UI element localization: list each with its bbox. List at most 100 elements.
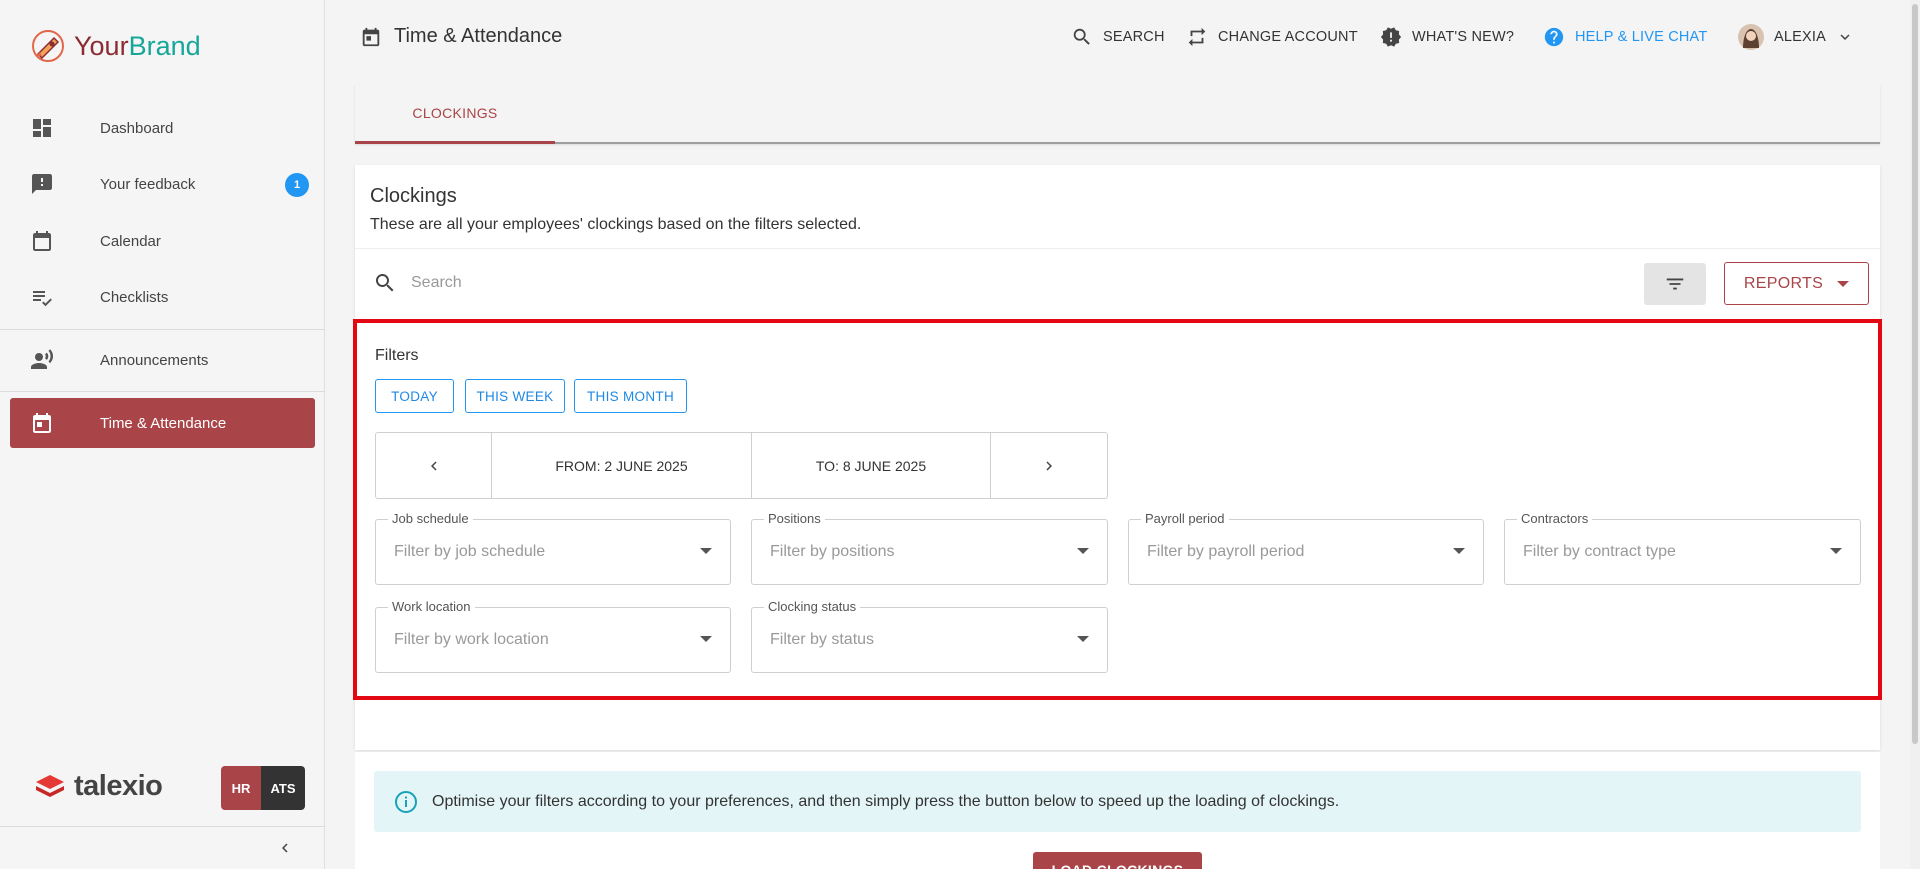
brand-logo[interactable]: YourBrand [28,28,201,64]
calendar-icon [33,231,51,251]
scrollbar[interactable] [1910,0,1920,869]
job-schedule-select[interactable]: Job schedule Filter by job schedule [375,511,731,585]
filter-this-week-button[interactable]: THIS WEEK [465,379,565,413]
checklist-icon [33,291,52,307]
info-icon [395,790,417,813]
filter-this-month-button[interactable]: THIS MONTH [574,379,687,413]
sidebar-item-label: Calendar [100,232,161,250]
field-label: Clocking status [764,599,861,614]
load-clockings-button[interactable]: LOAD CLOCKINGS [1033,852,1202,869]
positions-select[interactable]: Positions Filter by positions [751,511,1108,585]
work-location-select[interactable]: Work location Filter by work location [375,599,731,673]
ats-switch[interactable]: ATS [261,766,305,810]
tab-bar: CLOCKINGS [355,84,1880,144]
filters-title: Filters [375,347,419,364]
sidebar-item-label: Dashboard [100,119,174,137]
sidebar-divider [0,391,325,392]
filters-panel: Filters TODAY THIS WEEK THIS MONTH FROM:… [355,320,1880,700]
sidebar-item-checklists[interactable]: Checklists [10,272,315,322]
caret-down-icon [1077,548,1089,554]
rocket-icon [32,30,64,62]
field-placeholder: Filter by status [770,631,875,648]
field-placeholder: Filter by work location [394,631,549,648]
calendar-icon [362,27,380,46]
field-label: Work location [388,599,475,614]
field-placeholder: Filter by positions [770,543,895,560]
divider [355,248,1880,249]
sidebar-item-feedback[interactable]: Your feedback 1 [10,159,315,209]
sidebar-item-announcements[interactable]: Announcements [10,335,315,385]
sidebar-item-label: Announcements [100,351,209,369]
user-menu[interactable]: ALEXIA [1738,24,1854,50]
sidebar-divider [0,329,325,330]
info-text: Optimise your filters according to your … [432,792,1340,810]
caret-down-icon [1077,636,1089,642]
brand-name: YourBrand [74,30,201,61]
sidebar-item-label: Your feedback [100,175,196,193]
field-placeholder: Filter by payroll period [1147,543,1305,560]
tab-clockings[interactable]: CLOCKINGS [355,84,555,144]
sidebar-item-time-attendance[interactable]: Time & Attendance [10,398,315,448]
sidebar-item-label: Time & Attendance [100,414,227,432]
caret-down-icon [1453,548,1465,554]
payroll-period-select[interactable]: Payroll period Filter by payroll period [1128,511,1484,585]
date-to-button[interactable]: TO: 8 JUNE 2025 [752,433,991,498]
date-range-selector: FROM: 2 JUNE 2025 TO: 8 JUNE 2025 [375,432,1108,499]
help-live-chat-button[interactable]: HELP & LIVE CHAT [1543,26,1707,48]
contractors-select[interactable]: Contractors Filter by contract type [1504,511,1861,585]
feedback-icon [32,174,52,194]
caret-down-icon [700,636,712,642]
top-bar: Time & Attendance SEARCH CHANGE ACCOUNT … [326,0,1920,78]
filter-toggle-button[interactable] [1644,263,1706,305]
scrollbar-thumb[interactable] [1912,4,1918,744]
announcement-icon [31,349,54,369]
field-label: Positions [764,511,825,526]
caret-down-icon [1837,280,1850,287]
sidebar-item-calendar[interactable]: Calendar [10,216,315,266]
filter-icon [1666,278,1684,290]
date-from-button[interactable]: FROM: 2 JUNE 2025 [492,433,752,498]
filter-today-button[interactable]: TODAY [375,379,454,413]
search-placeholder: Search [411,274,462,291]
notification-badge: 1 [285,173,309,197]
talexio-logo-icon [36,774,64,797]
page-title: Time & Attendance [360,25,562,48]
hr-switch[interactable]: HR [221,766,261,810]
change-account-button[interactable]: CHANGE ACCOUNT [1186,26,1358,48]
talexio-logo: talexio [34,770,163,803]
field-placeholder: Filter by job schedule [394,543,546,560]
sidebar: YourBrand Dashboard Your feedback 1 Cale… [0,0,325,869]
search-input[interactable]: Search [373,271,462,295]
info-banner: Optimise your filters according to your … [374,771,1861,832]
field-label: Job schedule [388,511,473,526]
search-icon [1073,28,1090,45]
search-button[interactable]: SEARCH [1071,26,1165,48]
chevron-left-icon [430,461,437,470]
field-label: Contractors [1517,511,1593,526]
caret-down-icon [1830,548,1842,554]
clocking-status-select[interactable]: Clocking status Filter by status [751,599,1108,673]
search-icon [376,274,394,292]
field-placeholder: Filter by contract type [1523,543,1676,560]
whats-new-button[interactable]: WHAT'S NEW? [1380,26,1514,48]
section-title: Clockings [370,185,457,207]
help-icon [1544,27,1564,47]
field-label: Payroll period [1141,511,1229,526]
chevron-right-icon [1046,461,1052,470]
sidebar-item-dashboard[interactable]: Dashboard [10,103,315,153]
new-releases-icon [1380,27,1402,47]
chevron-down-icon [1840,34,1850,40]
chevron-left-icon [282,843,288,853]
avatar [1738,24,1764,50]
caret-down-icon [700,548,712,554]
collapse-sidebar-button[interactable] [0,826,325,869]
time-attendance-icon [33,413,51,433]
previous-period-button[interactable] [376,433,492,498]
swap-icon [1188,27,1206,47]
reports-button[interactable]: REPORTS [1724,262,1869,305]
dashboard-icon [33,119,51,137]
section-subtitle: These are all your employees' clockings … [370,216,862,233]
sidebar-item-label: Checklists [100,288,169,306]
next-period-button[interactable] [991,433,1107,498]
product-switcher[interactable]: HR ATS [221,766,305,810]
